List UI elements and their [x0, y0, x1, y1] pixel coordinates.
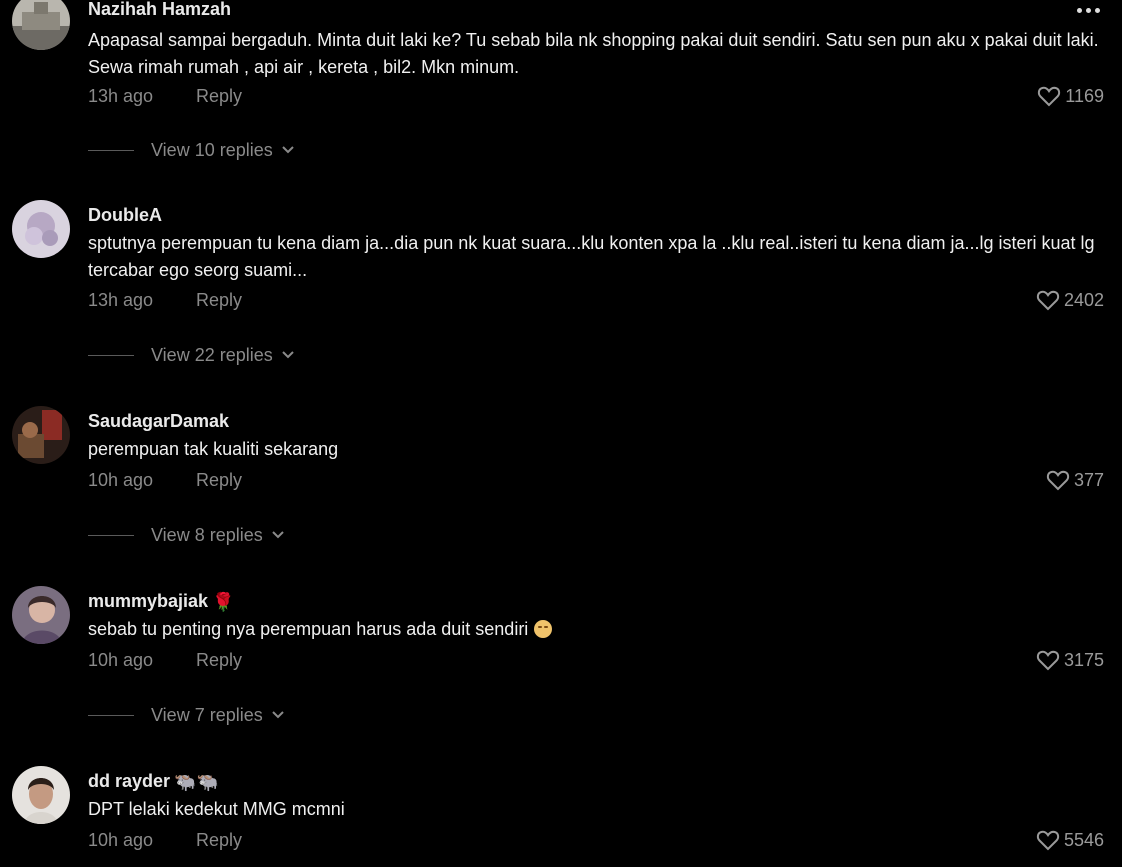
comment-item: Nazihah Hamzah Apapasal sampai bergaduh.… — [0, 0, 1122, 176]
comment-username[interactable]: mummybajiak 🌹 — [88, 590, 234, 613]
comment-meta: 13h ago Reply — [88, 85, 242, 107]
avatar[interactable] — [12, 586, 70, 644]
divider — [88, 534, 134, 536]
view-replies-label: View 7 replies — [151, 705, 263, 725]
reply-button[interactable]: Reply — [196, 470, 242, 490]
reply-button[interactable]: Reply — [196, 650, 242, 670]
like-count: 3175 — [1063, 650, 1104, 670]
rose-icon: 🌹 — [212, 592, 235, 613]
comment-time: 13h ago — [88, 290, 154, 310]
like-button[interactable]: 2402 — [1036, 289, 1104, 311]
buffalo-icon: 🐃🐃 — [174, 772, 219, 793]
comment-text: sebab tu penting nya perempuan harus ada… — [88, 616, 1108, 643]
chevron-down-icon — [272, 711, 284, 719]
like-count: 5546 — [1063, 830, 1104, 850]
avatar[interactable] — [12, 766, 70, 824]
chevron-down-icon — [282, 146, 294, 154]
comment-meta: 13h ago Reply — [88, 289, 242, 311]
comment-text: DPT lelaki kedekut MMG mcmni — [88, 799, 345, 819]
comment-text: sptutnya perempuan tu kena diam ja...dia… — [88, 233, 1095, 280]
chevron-down-icon — [272, 531, 284, 539]
username-label: mummybajiak — [88, 591, 209, 611]
comment-time: 10h ago — [88, 830, 154, 850]
comment-item: SaudagarDamak perempuan tak kualiti seka… — [0, 404, 1122, 554]
view-replies-button[interactable]: View 8 replies — [88, 524, 285, 546]
like-button[interactable]: 3175 — [1036, 649, 1104, 671]
avatar[interactable] — [12, 0, 70, 50]
comment-username[interactable]: DoubleA — [88, 204, 162, 226]
comment-item: dd rayder 🐃🐃 DPT lelaki kedekut MMG mcmni… — [0, 764, 1122, 867]
comment-username[interactable]: Nazihah Hamzah — [88, 0, 231, 20]
heart-icon — [1036, 650, 1060, 671]
view-replies-label: View 22 replies — [151, 345, 273, 365]
view-replies-button[interactable]: View 7 replies — [88, 704, 285, 726]
like-count: 377 — [1073, 470, 1104, 490]
more-options-icon[interactable] — [1077, 8, 1100, 13]
username-label: dd rayder — [88, 771, 171, 791]
heart-icon — [1038, 86, 1061, 107]
divider — [88, 149, 134, 151]
comment-time: 13h ago — [88, 86, 154, 106]
comment-time: 10h ago — [88, 470, 154, 490]
smiling-face-icon — [534, 620, 553, 638]
avatar[interactable] — [12, 200, 70, 258]
comment-meta: 10h ago Reply — [88, 469, 242, 491]
comment-meta: 10h ago Reply — [88, 829, 242, 851]
reply-button[interactable]: Reply — [196, 290, 242, 310]
chevron-down-icon — [282, 351, 294, 359]
divider — [88, 354, 134, 356]
heart-icon — [1036, 830, 1060, 851]
divider — [88, 714, 134, 716]
comment-text-body: sebab tu penting nya perempuan harus ada… — [88, 619, 529, 639]
view-replies-label: View 10 replies — [151, 140, 273, 160]
comment-username[interactable]: dd rayder 🐃🐃 — [88, 770, 219, 793]
comment-meta: 10h ago Reply — [88, 649, 242, 671]
comment-item: mummybajiak 🌹 sebab tu penting nya peremp… — [0, 584, 1122, 734]
view-replies-button[interactable]: View 10 replies — [88, 139, 295, 161]
like-count: 2402 — [1063, 290, 1104, 310]
view-replies-button[interactable]: View 22 replies — [88, 344, 295, 366]
view-replies-label: View 8 replies — [151, 525, 263, 545]
avatar[interactable] — [12, 406, 70, 464]
comment-text: perempuan tak kualiti sekarang — [88, 439, 339, 459]
heart-icon — [1036, 290, 1060, 311]
like-button[interactable]: 377 — [1046, 469, 1104, 491]
reply-button[interactable]: Reply — [196, 86, 242, 106]
reply-button[interactable]: Reply — [196, 830, 242, 850]
like-button[interactable]: 5546 — [1036, 829, 1104, 851]
comment-username[interactable]: SaudagarDamak — [88, 410, 229, 432]
like-count: 1169 — [1065, 86, 1104, 106]
comment-time: 10h ago — [88, 650, 154, 670]
heart-icon — [1046, 470, 1070, 491]
comment-item: DoubleA sptutnya perempuan tu kena diam … — [0, 200, 1122, 380]
comment-text: Apapasal sampai bergaduh. Minta duit lak… — [88, 30, 1099, 77]
like-button[interactable]: 1169 — [1037, 85, 1104, 107]
